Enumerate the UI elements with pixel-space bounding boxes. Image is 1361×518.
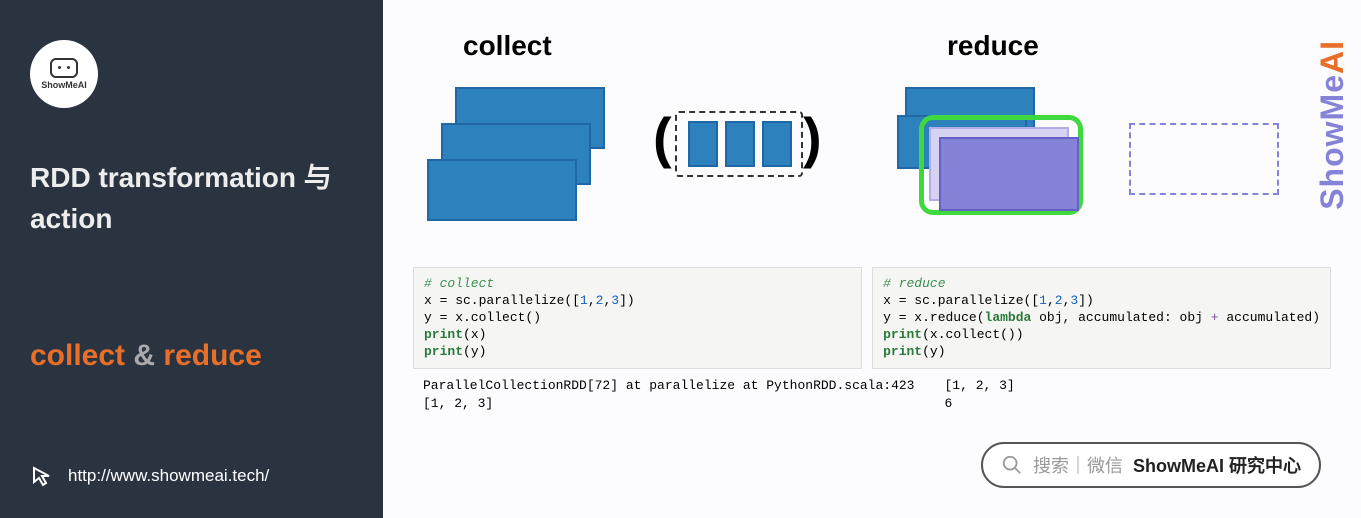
code-text: ]) xyxy=(619,293,635,308)
code-text: (x.collect()) xyxy=(922,327,1023,342)
code-keyword: print xyxy=(424,344,463,359)
reduce-result-placeholder xyxy=(1129,123,1279,195)
reduce-diagram xyxy=(897,87,1331,247)
collect-diagram: ( ) xyxy=(413,87,847,247)
reduce-output: [1, 2, 3] 6 xyxy=(934,375,1331,414)
code-keyword: print xyxy=(883,344,922,359)
search-bold-text: ShowMeAI 研究中心 xyxy=(1133,452,1301,478)
output-row: ParallelCollectionRDD[72] at parallelize… xyxy=(413,375,1331,414)
code-text: (x) xyxy=(463,327,486,342)
code-text: accumulated) xyxy=(1219,310,1320,325)
collect-heading: collect xyxy=(463,30,847,62)
search-promo-pill[interactable]: 搜索｜微信 ShowMeAI 研究中心 xyxy=(981,442,1321,488)
url-text[interactable]: http://www.showmeai.tech/ xyxy=(68,466,269,486)
code-text: (y) xyxy=(922,344,945,359)
subtitle-reduce: reduce xyxy=(163,339,261,372)
search-grey-text: 搜索｜微信 xyxy=(1033,452,1123,478)
code-text: y = x.reduce( xyxy=(883,310,984,325)
collect-code-block: # collect x = sc.parallelize([1,2,3]) y … xyxy=(413,267,862,369)
result-item xyxy=(688,121,718,167)
result-item xyxy=(762,121,792,167)
code-comment: # reduce xyxy=(883,276,945,291)
right-paren-icon: ) xyxy=(803,105,822,170)
rdd-partition-rect xyxy=(427,159,577,221)
code-operator: + xyxy=(1211,310,1219,325)
code-text: (y) xyxy=(463,344,486,359)
reduce-column: reduce xyxy=(897,30,1331,247)
code-text: , xyxy=(1047,293,1055,308)
sidebar: ShowMeAI RDD transformation 与action coll… xyxy=(0,0,383,518)
code-keyword: print xyxy=(424,327,463,342)
left-paren-icon: ( xyxy=(653,105,672,170)
reduce-code-block: # reduce x = sc.parallelize([1,2,3]) y =… xyxy=(872,267,1331,369)
collect-output: ParallelCollectionRDD[72] at parallelize… xyxy=(413,375,924,414)
code-text: obj, accumulated: obj xyxy=(1031,310,1210,325)
result-item xyxy=(725,121,755,167)
code-text: y = x.collect() xyxy=(424,310,541,325)
code-keyword: lambda xyxy=(985,310,1032,325)
slide-title: RDD transformation 与action xyxy=(30,158,353,239)
code-text: , xyxy=(588,293,596,308)
subtitle-collect: collect xyxy=(30,339,125,372)
code-text: x = sc.parallelize([ xyxy=(424,293,580,308)
code-num: 2 xyxy=(1055,293,1063,308)
vertical-brand: ShowMeAI xyxy=(1314,40,1351,210)
code-text: x = sc.parallelize([ xyxy=(883,293,1039,308)
subtitle-ampersand: & xyxy=(125,339,163,372)
logo-text: ShowMeAI xyxy=(41,80,87,90)
search-icon xyxy=(1001,454,1023,476)
code-text: ]) xyxy=(1078,293,1094,308)
url-row: http://www.showmeai.tech/ xyxy=(30,464,269,488)
accumulated-rect-front xyxy=(939,137,1079,211)
brand-part-b: AI xyxy=(1314,40,1350,74)
content-area: collect ( ) reduce xyxy=(383,0,1361,518)
reduce-heading: reduce xyxy=(947,30,1331,62)
diagrams-row: collect ( ) reduce xyxy=(413,0,1331,247)
slide-subtitle: collect & reduce xyxy=(30,339,353,373)
code-num: 1 xyxy=(1039,293,1047,308)
logo-robot-icon xyxy=(50,58,78,78)
code-keyword: print xyxy=(883,327,922,342)
code-row: # collect x = sc.parallelize([1,2,3]) y … xyxy=(413,267,1331,369)
collect-column: collect ( ) xyxy=(413,30,847,247)
code-num: 1 xyxy=(580,293,588,308)
logo-badge: ShowMeAI xyxy=(30,40,98,108)
brand-part-a: ShowMe xyxy=(1314,74,1350,210)
code-num: 3 xyxy=(611,293,619,308)
cursor-icon xyxy=(30,464,54,488)
code-comment: # collect xyxy=(424,276,494,291)
